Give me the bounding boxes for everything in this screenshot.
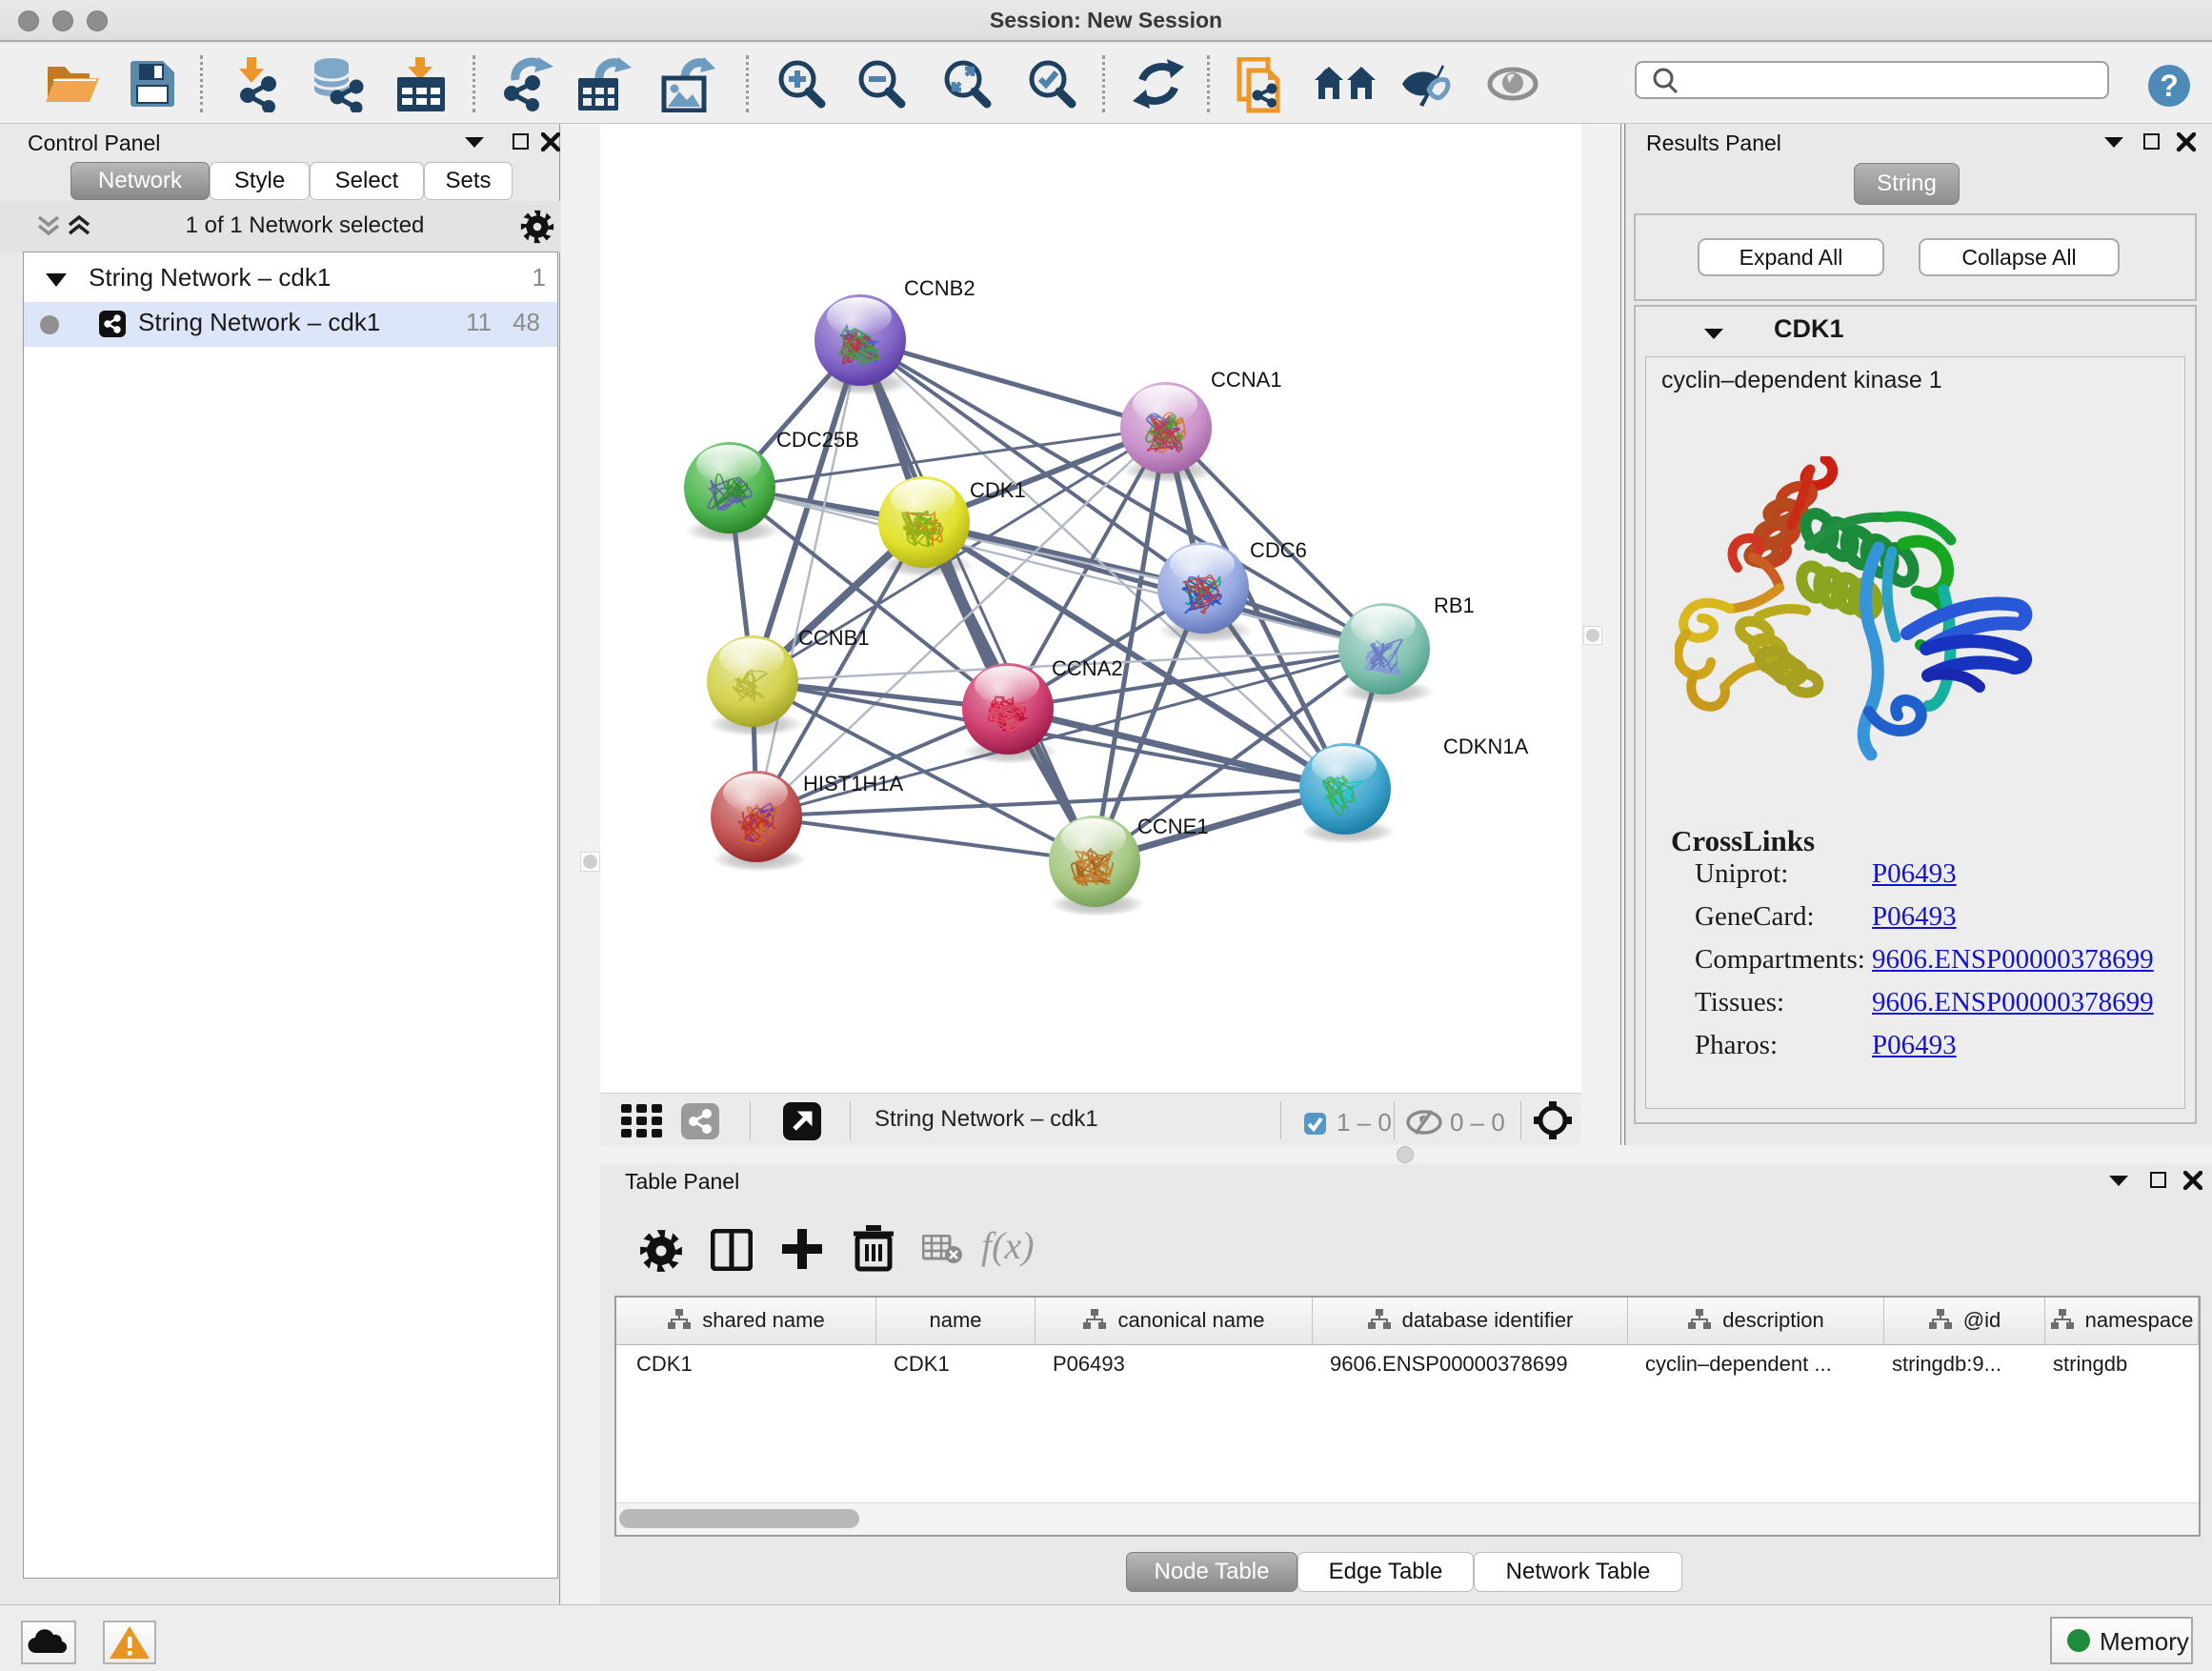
svg-text:CDC6: CDC6 <box>1250 538 1307 562</box>
svg-text:CCNE1: CCNE1 <box>1137 815 1209 838</box>
svg-text:?: ? <box>2160 69 2179 103</box>
svg-text:HIST1H1A: HIST1H1A <box>803 772 903 795</box>
svg-text:CCNB2: CCNB2 <box>904 276 975 300</box>
svg-text:CCNB1: CCNB1 <box>798 626 870 650</box>
svg-text:CDC25B: CDC25B <box>776 428 859 452</box>
svg-text:RB1: RB1 <box>1434 594 1475 617</box>
svg-text:CCNA2: CCNA2 <box>1052 656 1123 680</box>
svg-text:CCNA1: CCNA1 <box>1211 368 1282 392</box>
svg-text:CDKN1A: CDKN1A <box>1443 735 1529 758</box>
svg-text:CDK1: CDK1 <box>970 478 1026 502</box>
